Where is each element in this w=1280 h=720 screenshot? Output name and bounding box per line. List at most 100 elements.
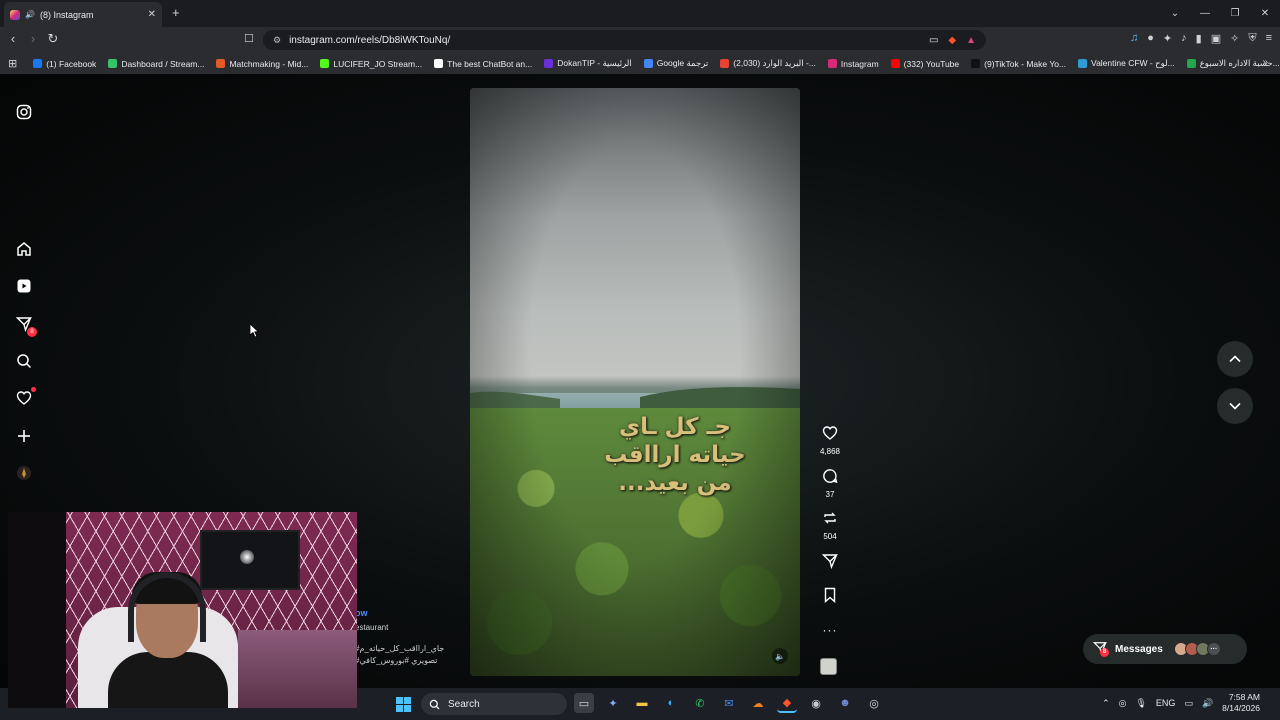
direct-messages-icon[interactable]: 8	[15, 315, 37, 337]
webcam-overlay	[8, 512, 357, 708]
volume-icon[interactable]: 🔊	[1202, 698, 1213, 709]
sea-strait	[470, 393, 800, 421]
close-tab-icon[interactable]: ✕	[148, 9, 156, 20]
apps-grid-icon[interactable]: ⊞	[8, 57, 17, 70]
reel-overlay-text: جـ كل ـاي حياته ارااقب من بعيد...	[580, 413, 770, 497]
bookmark-item[interactable]: The best ChatBot an...	[434, 59, 532, 69]
bookmark-label: Google ترجمة	[656, 58, 709, 68]
speaker-icon[interactable]: 🔊	[25, 10, 35, 19]
restore-button[interactable]: ❐	[1220, 0, 1250, 27]
comment-button[interactable]: 37	[819, 468, 841, 499]
brave-rewards-icon[interactable]: ▲	[966, 35, 976, 46]
reel-video[interactable]: جـ كل ـاي حياته ارااقب من بعيد... 🔈	[470, 88, 800, 676]
previous-reel-button[interactable]	[1217, 341, 1253, 377]
taskbar-search[interactable]: Search	[421, 693, 567, 715]
bookmark-favicon-icon	[720, 59, 730, 68]
tab-search-icon[interactable]: ⌄	[1160, 0, 1190, 27]
brave-browser-icon[interactable]: ◆	[777, 693, 797, 713]
bookmark-item[interactable]: Dashboard / Stream...	[108, 59, 204, 69]
url-text[interactable]: instagram.com/reels/Db8iWKTouNq/	[289, 35, 929, 46]
create-plus-icon[interactable]	[15, 427, 33, 445]
display-icon[interactable]: ▭	[1184, 698, 1193, 709]
bookmark-item[interactable]: Google ترجمة	[643, 58, 709, 69]
address-bar[interactable]: ⚙ instagram.com/reels/Db8iWKTouNq/ ▭ ◆ ▲	[263, 30, 986, 50]
caption-hashtags-line-1[interactable]: #جاي_ارااقب_كل_حياته_م	[355, 644, 444, 653]
like-button[interactable]: 4,868	[819, 425, 841, 456]
more-options-icon[interactable]: ···	[819, 623, 841, 637]
bookmark-item[interactable]: (9)TikTok - Make Yo...	[971, 59, 1066, 69]
notification-dot	[31, 387, 36, 392]
bookmark-page-icon[interactable]: ☐	[244, 32, 254, 45]
forward-button[interactable]: ›	[24, 31, 42, 46]
tab-title: (8) Instagram	[39, 9, 94, 20]
webcam-person-body	[108, 652, 228, 708]
cast-icon[interactable]: ▭	[929, 35, 938, 46]
extensions-icon[interactable]: ✦	[1163, 32, 1172, 45]
site-info-icon[interactable]: ⚙	[273, 35, 281, 46]
sidebar-icon[interactable]: ▮	[1196, 32, 1202, 45]
cloud-app-icon[interactable]: ☁	[748, 693, 768, 713]
bookmark-item[interactable]: (1) Facebook	[33, 59, 96, 69]
save-button[interactable]	[819, 587, 841, 608]
obs-icon[interactable]: ◎	[864, 693, 884, 713]
new-tab-button[interactable]: +	[172, 5, 180, 20]
browser-tab-instagram[interactable]: 🔊 (8) Instagram ✕	[4, 2, 162, 27]
green-vegetation	[470, 408, 800, 676]
bookmark-item[interactable]: Valentine CFW - لوح...	[1078, 58, 1175, 69]
wallet-icon[interactable]: ▣	[1211, 32, 1221, 45]
notifications-heart-icon[interactable]	[15, 387, 36, 407]
reload-button[interactable]: ↻	[44, 31, 62, 47]
bookmark-item[interactable]: Matchmaking - Mid...	[216, 59, 308, 69]
comment-icon	[823, 469, 838, 484]
messages-button[interactable]: 8 Messages ···	[1083, 634, 1247, 664]
close-window-button[interactable]: ✕	[1250, 0, 1280, 27]
minimize-button[interactable]: —	[1190, 0, 1220, 27]
system-tray: ⌃ ◎ 🎙 ENG ▭ 🔊 7:58 AM 8/14/2026	[1102, 692, 1260, 714]
music-icon[interactable]: ♪	[1181, 32, 1187, 45]
leo-ai-icon[interactable]: ✧	[1230, 32, 1239, 45]
media-icon[interactable]: ♫	[1130, 32, 1138, 45]
bookmark-item[interactable]: البريد الوارد (2,030) -...	[720, 58, 816, 69]
repost-button[interactable]: 504	[819, 510, 841, 541]
profile-avatar[interactable]	[15, 464, 33, 482]
file-explorer-icon[interactable]: ▬	[632, 693, 652, 713]
bookmark-item[interactable]: DokanTIP - الرئيسية	[544, 58, 632, 69]
discord-icon[interactable]: ☻	[835, 693, 855, 713]
edge-icon[interactable]: ◐	[661, 693, 681, 713]
network-app-icon[interactable]: ◎	[1119, 698, 1127, 709]
microphone-icon[interactable]: 🎙	[1135, 698, 1146, 709]
more-bookmarks-icon[interactable]: »	[1262, 57, 1268, 68]
next-reel-button[interactable]	[1217, 388, 1253, 424]
mute-toggle-icon[interactable]: 🔈	[772, 648, 788, 664]
audio-thumbnail[interactable]	[820, 658, 837, 675]
language-indicator[interactable]: ENG	[1156, 698, 1176, 708]
outlook-icon[interactable]: ✉	[719, 693, 739, 713]
instagram-logo-icon[interactable]	[15, 103, 33, 121]
taskbar-search-label: Search	[448, 698, 480, 710]
back-button[interactable]: ‹	[4, 31, 22, 46]
caption-hashtags-line-2[interactable]: #تصويري #بوروس_كافي	[355, 656, 437, 665]
app-icon[interactable]: ◉	[806, 693, 826, 713]
overlay-line-2: حياته ارااقب	[604, 442, 746, 468]
vpn-icon[interactable]: ●	[1147, 32, 1154, 45]
bookmark-item[interactable]: LUCIFER_JO Stream...	[320, 59, 422, 69]
windows-start-icon[interactable]	[396, 697, 411, 712]
copilot-icon[interactable]: ✦	[603, 693, 623, 713]
show-hidden-icons[interactable]: ⌃	[1102, 698, 1110, 709]
bookmark-item[interactable]: (332) YouTube	[890, 59, 959, 69]
brave-shields-icon[interactable]: ◆	[948, 35, 956, 46]
clock[interactable]: 7:58 AM 8/14/2026	[1222, 692, 1260, 714]
location-text[interactable]: estaurant	[355, 623, 388, 632]
bookmark-favicon-icon	[544, 59, 554, 68]
share-button[interactable]	[819, 553, 841, 574]
home-icon[interactable]	[15, 240, 33, 258]
bookmark-item[interactable]: Instagram	[827, 59, 879, 69]
menu-icon[interactable]: ≡	[1266, 32, 1272, 45]
whatsapp-icon[interactable]: ✆	[690, 693, 710, 713]
bookmark-label: Valentine CFW - لوح...	[1091, 58, 1175, 68]
shield-icon[interactable]: ⛨	[1248, 32, 1256, 45]
reels-icon[interactable]	[15, 277, 33, 295]
task-view-icon[interactable]: ▭	[574, 693, 594, 713]
search-icon[interactable]	[15, 352, 33, 370]
overlay-line-3: من بعيد...	[618, 470, 732, 496]
